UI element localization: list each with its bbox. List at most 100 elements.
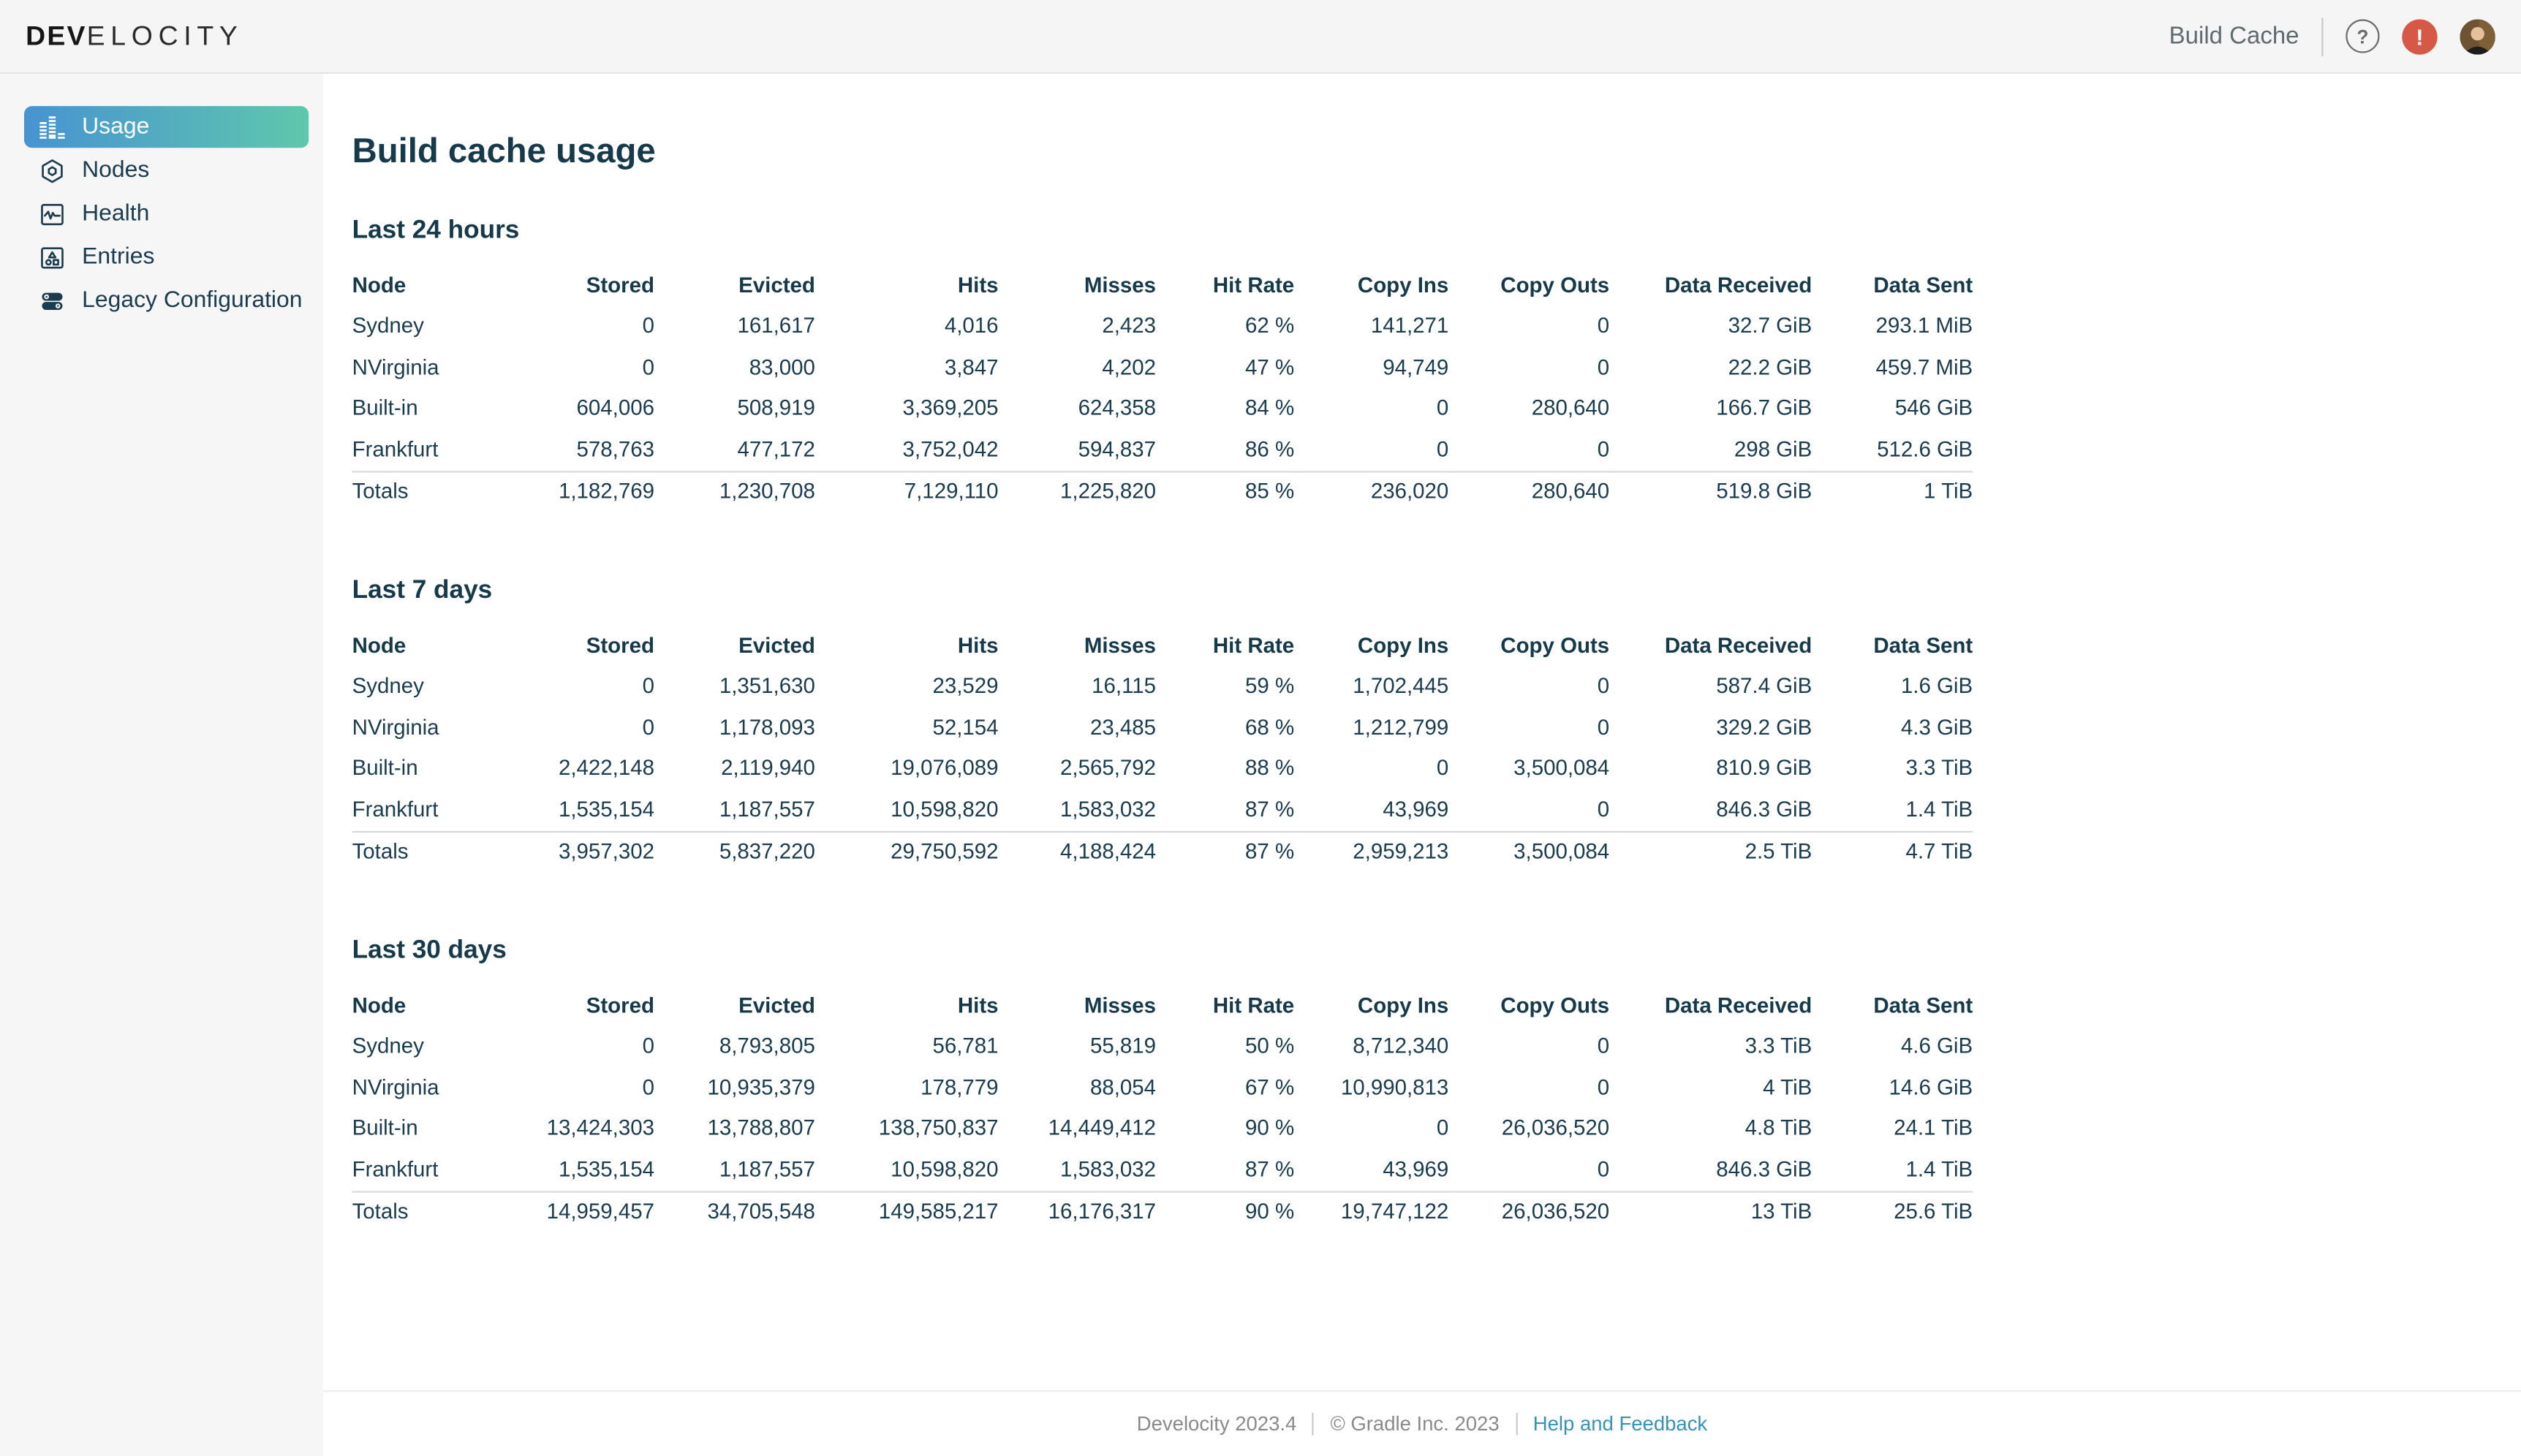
value-cell: 10,598,820 — [815, 1149, 999, 1191]
value-cell: 94,749 — [1294, 347, 1448, 388]
body-row: Usage Nodes Health — [0, 74, 2521, 1456]
footer-divider — [1516, 1413, 1517, 1436]
table-row: Built-in604,006508,9193,369,205624,35884… — [352, 388, 1973, 429]
user-avatar[interactable] — [2460, 18, 2495, 53]
help-and-feedback-link[interactable]: Help and Feedback — [1533, 1413, 1707, 1436]
value-cell: 846.3 GiB — [1609, 789, 1812, 831]
column-header: Stored — [500, 985, 654, 1026]
table-header-row: NodeStoredEvictedHitsMissesHit RateCopy … — [352, 265, 1973, 306]
value-cell: 0 — [1448, 347, 1609, 388]
value-cell: 84 % — [1156, 388, 1294, 429]
column-header: Data Sent — [1812, 265, 1973, 306]
value-cell: 1,583,032 — [999, 789, 1157, 831]
value-cell: 14,449,412 — [999, 1108, 1157, 1149]
help-icon[interactable]: ? — [2346, 19, 2379, 53]
sidebar-item-health[interactable]: Health — [24, 193, 309, 235]
column-header: Hits — [815, 625, 999, 666]
table-row: NVirginia083,0003,8474,20247 %94,749022.… — [352, 347, 1973, 388]
node-name-cell: Frankfurt — [352, 429, 500, 471]
totals-value-cell: 7,129,110 — [815, 471, 999, 512]
totals-value-cell: 3,500,084 — [1448, 831, 1609, 873]
sidebar-item-label: Entries — [82, 244, 154, 270]
totals-value-cell: 25.6 TiB — [1812, 1191, 1973, 1232]
logo-light-text: ELOCITY — [87, 20, 243, 50]
value-cell: 0 — [1448, 1026, 1609, 1067]
value-cell: 59 % — [1156, 666, 1294, 707]
develocity-app: DEVELOCITY Build Cache ? ! — [0, 0, 2521, 1456]
usage-section-last-24-hours: Last 24 hours NodeStoredEvictedHitsMisse… — [352, 217, 2492, 513]
sidebar-item-legacy-configuration[interactable]: Legacy Configuration — [24, 280, 309, 322]
totals-value-cell: 26,036,520 — [1448, 1191, 1609, 1232]
totals-row: Totals14,959,45734,705,548149,585,21716,… — [352, 1191, 1973, 1232]
value-cell: 587.4 GiB — [1609, 666, 1812, 707]
totals-value-cell: 4.7 TiB — [1812, 831, 1973, 873]
usage-section-last-7-days: Last 7 days NodeStoredEvictedHitsMissesH… — [352, 577, 2492, 873]
value-cell: 846.3 GiB — [1609, 1149, 1812, 1191]
value-cell: 0 — [1448, 429, 1609, 471]
value-cell: 624,358 — [999, 388, 1157, 429]
column-header: Copy Ins — [1294, 625, 1448, 666]
node-name-cell: NVirginia — [352, 708, 500, 748]
column-header: Hit Rate — [1156, 265, 1294, 306]
develocity-logo[interactable]: DEVELOCITY — [26, 20, 243, 52]
column-header: Misses — [999, 985, 1157, 1026]
column-header: Evicted — [654, 985, 815, 1026]
sidebar-item-entries[interactable]: Entries — [24, 236, 309, 278]
sidebar-item-usage[interactable]: Usage — [24, 106, 309, 148]
totals-value-cell: 34,705,548 — [654, 1191, 815, 1232]
logo-bold-text: DEV — [26, 20, 86, 50]
totals-value-cell: 13 TiB — [1609, 1191, 1812, 1232]
table-row: NVirginia01,178,09352,15423,48568 %1,212… — [352, 708, 1973, 748]
build-cache-context-label[interactable]: Build Cache — [2169, 23, 2299, 50]
sidebar-item-nodes[interactable]: Nodes — [24, 150, 309, 192]
value-cell: 1,535,154 — [500, 789, 654, 831]
value-cell: 293.1 MiB — [1812, 306, 1973, 347]
value-cell: 0 — [1448, 1149, 1609, 1191]
value-cell: 0 — [500, 1067, 654, 1108]
node-name-cell: Frankfurt — [352, 1149, 500, 1191]
node-name-cell: Frankfurt — [352, 789, 500, 831]
value-cell: 0 — [1448, 1067, 1609, 1108]
node-name-cell: Built-in — [352, 1108, 500, 1149]
column-header: Data Received — [1609, 265, 1812, 306]
value-cell: 87 % — [1156, 1149, 1294, 1191]
totals-value-cell: 16,176,317 — [999, 1191, 1157, 1232]
value-cell: 50 % — [1156, 1026, 1294, 1067]
table-row: Sydney01,351,63023,52916,11559 %1,702,44… — [352, 666, 1973, 707]
totals-value-cell: 5,837,220 — [654, 831, 815, 873]
value-cell: 23,529 — [815, 666, 999, 707]
value-cell: 2,565,792 — [999, 748, 1157, 789]
value-cell: 62 % — [1156, 306, 1294, 347]
value-cell: 47 % — [1156, 347, 1294, 388]
value-cell: 52,154 — [815, 708, 999, 748]
totals-value-cell: 29,750,592 — [815, 831, 999, 873]
alert-icon[interactable]: ! — [2402, 18, 2437, 53]
column-header: Misses — [999, 625, 1157, 666]
value-cell: 1,187,557 — [654, 789, 815, 831]
totals-row: Totals3,957,3025,837,22029,750,5924,188,… — [352, 831, 1973, 873]
value-cell: 24.1 TiB — [1812, 1108, 1973, 1149]
value-cell: 19,076,089 — [815, 748, 999, 789]
usage-table-last-7-days: NodeStoredEvictedHitsMissesHit RateCopy … — [352, 625, 1973, 873]
totals-value-cell: 85 % — [1156, 471, 1294, 512]
totals-label-cell: Totals — [352, 831, 500, 873]
value-cell: 3,752,042 — [815, 429, 999, 471]
section-heading: Last 30 days — [352, 937, 2492, 966]
section-heading: Last 7 days — [352, 577, 2492, 606]
pipeline-icon — [39, 287, 66, 314]
column-header: Hit Rate — [1156, 985, 1294, 1026]
table-row: Frankfurt1,535,1541,187,55710,598,8201,5… — [352, 1149, 1973, 1191]
value-cell: 87 % — [1156, 789, 1294, 831]
sidebar-item-label: Usage — [82, 114, 149, 140]
totals-value-cell: 87 % — [1156, 831, 1294, 873]
value-cell: 329.2 GiB — [1609, 708, 1812, 748]
value-cell: 1.4 TiB — [1812, 1149, 1973, 1191]
value-cell: 26,036,520 — [1448, 1108, 1609, 1149]
column-header: Data Sent — [1812, 625, 1973, 666]
column-header: Copy Outs — [1448, 985, 1609, 1026]
totals-value-cell: 19,747,122 — [1294, 1191, 1448, 1232]
table-row: Frankfurt578,763477,1723,752,042594,8378… — [352, 429, 1973, 471]
value-cell: 0 — [500, 1026, 654, 1067]
column-header: Data Received — [1609, 625, 1812, 666]
value-cell: 0 — [1448, 666, 1609, 707]
